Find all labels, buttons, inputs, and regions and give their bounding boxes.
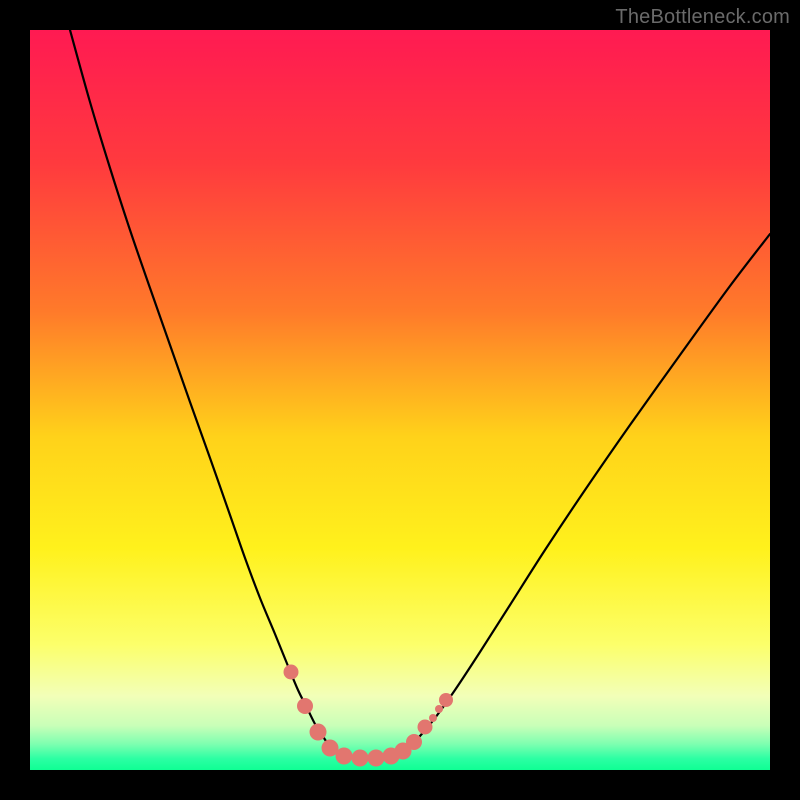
data-point [297, 698, 313, 714]
chart-background [30, 30, 770, 770]
data-point [352, 750, 369, 767]
data-point [435, 705, 443, 713]
data-point [284, 665, 299, 680]
watermark-label: TheBottleneck.com [615, 6, 790, 29]
chart-root: TheBottleneck.com [0, 0, 800, 800]
plot-area [30, 30, 770, 770]
data-point [418, 720, 433, 735]
data-point [368, 750, 385, 767]
data-point [406, 734, 422, 750]
data-point [439, 693, 453, 707]
data-point [336, 748, 353, 765]
data-point [429, 714, 437, 722]
chart-svg [30, 30, 770, 770]
data-point [310, 724, 327, 741]
